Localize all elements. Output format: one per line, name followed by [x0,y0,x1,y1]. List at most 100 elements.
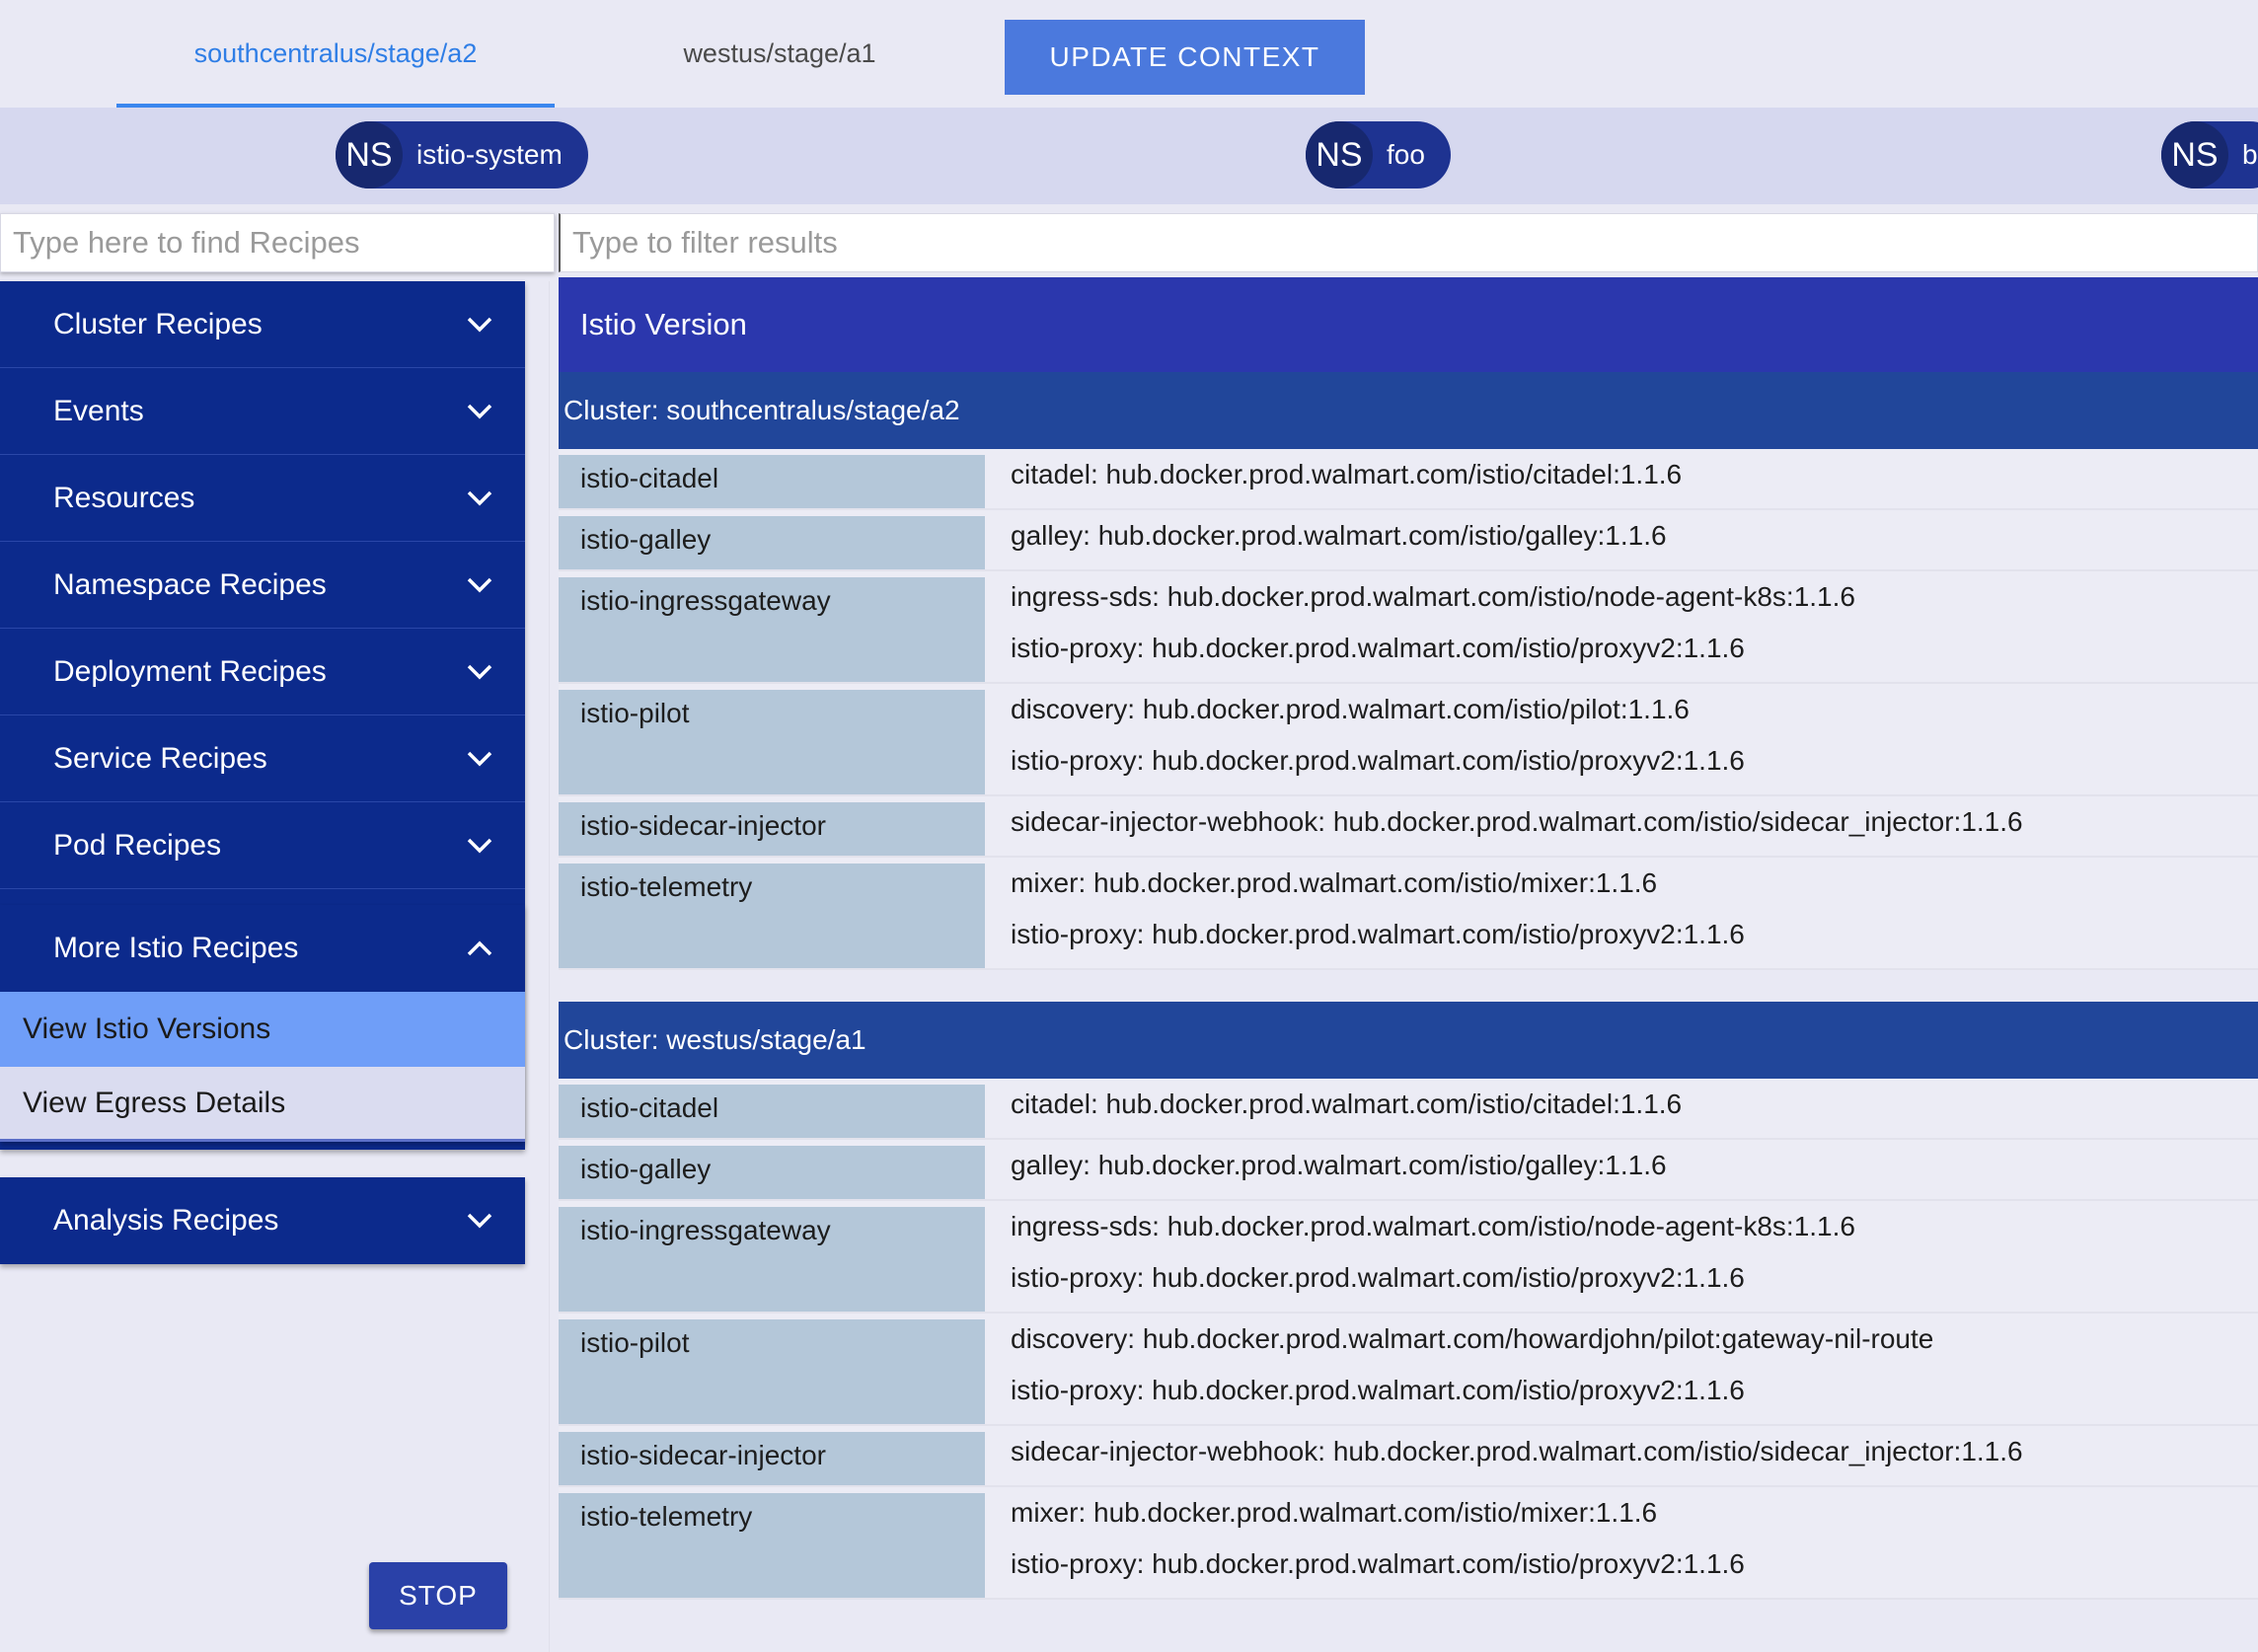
sidebar-item-namespace-recipes[interactable]: Namespace Recipes [0,542,525,629]
chevron-down-icon [462,1203,497,1239]
chevron-down-icon [462,307,497,342]
container-image: citadel: hub.docker.prod.walmart.com/ist… [1011,459,1683,489]
cluster-spacer [559,970,2258,1002]
analysis-recipes-header[interactable]: Analysis Recipes [0,1177,525,1264]
more-istio-recipes-label: More Istio Recipes [53,932,299,964]
analysis-recipes-label: Analysis Recipes [53,1204,279,1237]
sidebar-item-label: Pod Recipes [53,828,222,862]
chevron-down-icon [462,567,497,603]
component-name: istio-telemetry [559,1493,985,1598]
component-name: istio-citadel [559,1085,985,1138]
chevron-down-icon [462,394,497,429]
table-row: istio-citadel citadel: hub.docker.prod.wa… [559,1079,2258,1140]
cluster-header: Cluster: southcentralus/stage/a2 [559,372,2258,449]
context-tab-bar: southcentralus/stage/a2 westus/stage/a1 … [0,0,2258,108]
table-row: istio-telemetry mixer: hub.docker.prod.wa… [559,858,2258,970]
component-images: mixer: hub.docker.prod.walmart.com/istio… [985,858,2258,968]
stop-button[interactable]: STOP [369,1562,507,1629]
sidebar-item-label: Resources [53,481,195,514]
panel-divider [549,281,550,1652]
namespace-chip-b[interactable]: NS b [2161,121,2258,188]
container-image: istio-proxy: hub.docker.prod.walmart.com… [1011,633,1745,663]
cluster-list: Cluster: southcentralus/stage/a2 istio-ci… [559,372,2258,1600]
sidebar-item-service-recipes[interactable]: Service Recipes [0,715,525,802]
component-images: citadel: hub.docker.prod.walmart.com/ist… [985,449,2258,508]
container-image: citadel: hub.docker.prod.walmart.com/ist… [1011,1089,1683,1119]
namespace-avatar: NS [1306,121,1373,188]
container-image: istio-proxy: hub.docker.prod.walmart.com… [1011,1375,1745,1405]
container-image: ingress-sds: hub.docker.prod.walmart.com… [1011,581,1855,612]
component-name: istio-telemetry [559,864,985,968]
container-image: istio-proxy: hub.docker.prod.walmart.com… [1011,1548,1745,1579]
sidebar-item-label: Cluster Recipes [53,307,263,340]
more-istio-recipes-group: More Istio Recipes View Istio Versions V… [0,905,525,1142]
component-name: istio-sidecar-injector [559,802,985,856]
table-row: istio-pilot discovery: hub.docker.prod.wa… [559,1314,2258,1426]
namespace-bar: NS istio-system NS foo NS b [0,108,2258,204]
namespace-chip-istio-system[interactable]: NS istio-system [336,121,588,188]
component-images: sidecar-injector-webhook: hub.docker.pro… [985,796,2258,856]
container-image: istio-proxy: hub.docker.prod.walmart.com… [1011,745,1745,776]
table-row: istio-citadel citadel: hub.docker.prod.wa… [559,449,2258,510]
container-image: sidecar-injector-webhook: hub.docker.pro… [1011,806,2023,837]
recipe-search-input[interactable] [0,213,555,272]
container-image: galley: hub.docker.prod.walmart.com/isti… [1011,520,1667,551]
table-row: istio-ingressgateway ingress-sds: hub.doc… [559,571,2258,684]
namespace-avatar: NS [2161,121,2228,188]
component-images: ingress-sds: hub.docker.prod.walmart.com… [985,571,2258,682]
cluster-header: Cluster: westus/stage/a1 [559,1002,2258,1079]
component-images: galley: hub.docker.prod.walmart.com/isti… [985,510,2258,569]
container-image: mixer: hub.docker.prod.walmart.com/istio… [1011,867,1658,898]
sidebar-item-label: Events [53,394,144,427]
container-image: istio-proxy: hub.docker.prod.walmart.com… [1011,1262,1745,1293]
sidebar-item-resources[interactable]: Resources [0,455,525,542]
chevron-down-icon [462,654,497,690]
component-images: ingress-sds: hub.docker.prod.walmart.com… [985,1201,2258,1312]
component-images: discovery: hub.docker.prod.walmart.com/i… [985,684,2258,794]
results-panel: Istio Version Cluster: southcentralus/st… [559,277,2258,1600]
table-row: istio-sidecar-injector sidecar-injector-w… [559,796,2258,858]
component-images: sidecar-injector-webhook: hub.docker.pro… [985,1426,2258,1485]
table-row: istio-pilot discovery: hub.docker.prod.wa… [559,684,2258,796]
table-row: istio-galley galley: hub.docker.prod.walm… [559,510,2258,571]
component-name: istio-ingressgateway [559,1207,985,1312]
view-egress-details-item[interactable]: View Egress Details [0,1067,525,1142]
chevron-up-icon [462,931,497,966]
table-row: istio-telemetry mixer: hub.docker.prod.wa… [559,1487,2258,1600]
sidebar-item-pod-recipes[interactable]: Pod Recipes [0,802,525,889]
chevron-down-icon [462,828,497,864]
sidebar-item-events[interactable]: Events [0,368,525,455]
container-image: discovery: hub.docker.prod.walmart.com/h… [1011,1323,1934,1354]
component-name: istio-ingressgateway [559,577,985,682]
component-images: mixer: hub.docker.prod.walmart.com/istio… [985,1487,2258,1598]
tab-westus-stage-a1[interactable]: westus/stage/a1 [587,0,972,108]
sidebar-item-label: Service Recipes [53,741,267,775]
chevron-down-icon [462,481,497,516]
component-name: istio-galley [559,516,985,569]
component-images: discovery: hub.docker.prod.walmart.com/h… [985,1314,2258,1424]
component-images: galley: hub.docker.prod.walmart.com/isti… [985,1140,2258,1199]
update-context-button[interactable]: UPDATE CONTEXT [1005,20,1365,95]
sidebar-item-cluster-recipes[interactable]: Cluster Recipes [0,281,525,368]
namespace-avatar: NS [336,121,403,188]
namespace-label: istio-system [416,139,563,170]
namespace-chip-foo[interactable]: NS foo [1306,121,1451,188]
container-image: galley: hub.docker.prod.walmart.com/isti… [1011,1150,1667,1180]
table-row: istio-ingressgateway ingress-sds: hub.doc… [559,1201,2258,1314]
chevron-down-icon [462,741,497,777]
results-filter-input[interactable] [559,213,2258,272]
namespace-label: foo [1387,139,1425,170]
container-image: istio-proxy: hub.docker.prod.walmart.com… [1011,919,1745,949]
tab-southcentralus-stage-a2[interactable]: southcentralus/stage/a2 [116,0,555,108]
more-istio-recipes-header[interactable]: More Istio Recipes [0,905,525,992]
view-istio-versions-item[interactable]: View Istio Versions [0,992,525,1067]
container-image: discovery: hub.docker.prod.walmart.com/i… [1011,694,1690,724]
component-name: istio-galley [559,1146,985,1199]
sidebar-item-deployment-recipes[interactable]: Deployment Recipes [0,629,525,715]
container-image: mixer: hub.docker.prod.walmart.com/istio… [1011,1497,1658,1528]
istio-version-header: Istio Version [559,277,2258,372]
component-name: istio-sidecar-injector [559,1432,985,1485]
component-name: istio-pilot [559,690,985,794]
analysis-recipes-group: Analysis Recipes [0,1177,525,1264]
sidebar-item-label: Deployment Recipes [53,654,327,688]
